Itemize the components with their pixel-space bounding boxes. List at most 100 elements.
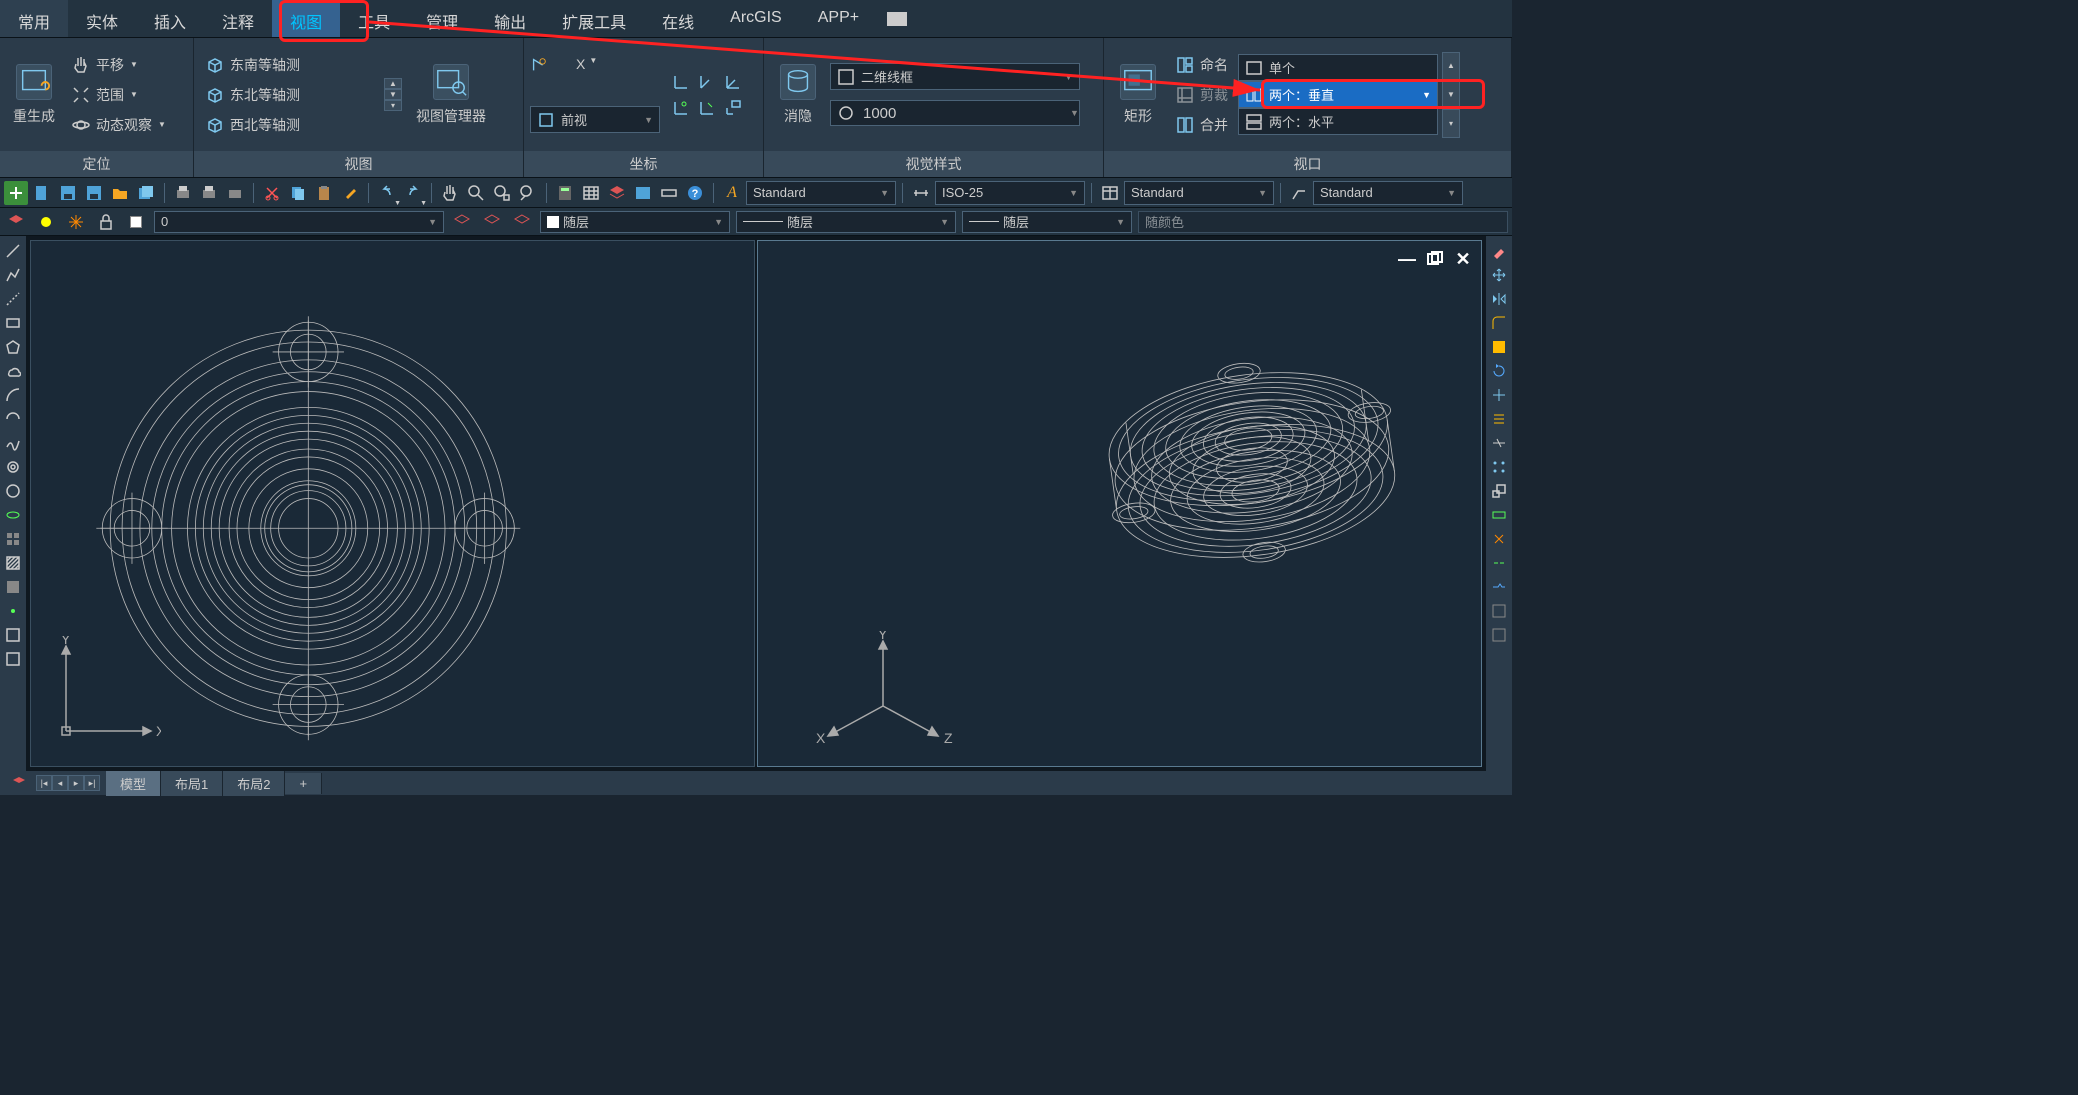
trim-tool[interactable] [1488,432,1510,454]
tab-layout-2[interactable]: 布局2 [223,771,285,796]
save-button[interactable] [56,181,80,205]
edit1-tool[interactable] [1488,600,1510,622]
menu-app-plus[interactable]: APP+ [800,0,877,37]
table-style-dropdown[interactable]: Standard▼ [1124,181,1274,205]
menu-arcgis[interactable]: ArcGIS [712,0,800,37]
ucs-tool-4[interactable] [672,99,690,117]
view-direction-dropdown[interactable]: 前视 ▼ [530,106,660,133]
layers-button[interactable] [605,181,629,205]
layer-match-button[interactable] [510,210,534,234]
menu-annotate[interactable]: 注释 [204,0,272,37]
layer-freeze-button[interactable] [64,210,88,234]
lineweight-bylayer-dropdown[interactable]: 随层 ▼ [962,211,1132,233]
layer-lock-button[interactable] [94,210,118,234]
ucs-tool-6[interactable] [724,99,742,117]
arc2-tool[interactable] [2,408,24,430]
array-tool[interactable] [1488,456,1510,478]
undo-button[interactable]: ▼ [375,181,399,205]
scale-tool[interactable] [1488,480,1510,502]
visual-style-dropdown[interactable]: 二维线框 ▼ [830,63,1080,90]
join-tool[interactable] [1488,552,1510,574]
color-bylayer-dropdown[interactable]: 随层 ▼ [540,211,730,233]
linetype-bylayer-dropdown[interactable]: 随层 ▼ [736,211,956,233]
vp-scroll-more[interactable]: ▾ [1442,109,1460,138]
viewport-two-vertical[interactable]: 两个：垂直 ▼ [1238,81,1438,108]
move2-tool[interactable] [1488,384,1510,406]
match-prop-button[interactable] [338,181,362,205]
calc-button[interactable] [553,181,577,205]
mleader-style-dropdown[interactable]: Standard▼ [1313,181,1463,205]
maximize-icon[interactable] [1425,249,1445,269]
tab-layout-1[interactable]: 布局1 [161,771,223,796]
tab-nav-first[interactable]: |◂ [36,775,52,791]
extent-button[interactable]: 范围 ▼ [66,81,172,109]
iso-nw-button[interactable]: 西北等轴测 [200,111,380,139]
viewport-merge-button[interactable]: 合并 [1170,111,1234,139]
open-multi-button[interactable] [134,181,158,205]
viewport-rect-button[interactable]: 矩形 [1110,45,1166,145]
ucs-tool-1[interactable] [672,73,690,91]
vp-scroll-down[interactable]: ▼ [1442,80,1460,109]
ellipse-arc-tool[interactable] [2,504,24,526]
iso-se-button[interactable]: 东南等轴测 [200,51,380,79]
menu-common[interactable]: 常用 [0,0,68,37]
redo-button[interactable]: ▼ [401,181,425,205]
polyline-tool[interactable] [2,264,24,286]
close-icon[interactable]: ✕ [1453,249,1473,269]
save-as-button[interactable] [82,181,106,205]
block-tool[interactable] [1488,336,1510,358]
menu-output[interactable]: 输出 [476,0,544,37]
tab-add[interactable]: + [285,773,322,794]
viewport-clip-button[interactable]: 剪裁 [1170,81,1234,109]
edit2-tool[interactable] [1488,624,1510,646]
pattern-tool[interactable] [2,528,24,550]
menu-manage[interactable]: 管理 [408,0,476,37]
arc-tool[interactable] [2,384,24,406]
viewport-named-button[interactable]: 命名 [1170,51,1234,79]
minimize-icon[interactable]: — [1397,249,1417,269]
text-style-dropdown[interactable]: Standard▼ [746,181,896,205]
menu-insert[interactable]: 插入 [136,0,204,37]
viewport-two-horizontal[interactable]: 两个：水平 [1238,108,1438,135]
new-doc-button[interactable] [30,181,54,205]
dim-style-dropdown[interactable]: ISO-25▼ [935,181,1085,205]
orbit-button[interactable]: 动态观察 ▼ [66,111,172,139]
measure-button[interactable] [657,181,681,205]
paste-button[interactable] [312,181,336,205]
pan-tool-button[interactable] [438,181,462,205]
tab-layers-icon[interactable] [8,772,30,794]
mirror-tool[interactable] [1488,288,1510,310]
line-tool[interactable] [2,240,24,262]
viewport-single[interactable]: 单个 [1238,54,1438,81]
offset-tool[interactable] [1488,408,1510,430]
ucs-tool-5[interactable] [698,99,716,117]
explode-tool[interactable] [1488,528,1510,550]
layer-state-button[interactable] [34,210,58,234]
open-button[interactable] [108,181,132,205]
iso-scroll-more[interactable]: ▾ [384,100,402,111]
menu-online[interactable]: 在线 [644,0,712,37]
move-tool[interactable] [1488,264,1510,286]
tab-nav-next[interactable]: ▸ [68,775,84,791]
visual-value-field[interactable]: ▼ [830,100,1080,126]
ucs-icon[interactable] [530,56,548,74]
tab-nav-prev[interactable]: ◂ [52,775,68,791]
tab-nav-last[interactable]: ▸| [84,775,100,791]
layer-uniso-button[interactable] [480,210,504,234]
new-plus-button[interactable] [4,181,28,205]
copy-button[interactable] [286,181,310,205]
stretch-tool[interactable] [1488,504,1510,526]
menu-entity[interactable]: 实体 [68,0,136,37]
circle-tool[interactable] [2,480,24,502]
table-button[interactable] [579,181,603,205]
gradient-tool[interactable] [2,576,24,598]
spline-tool[interactable] [2,432,24,454]
help-button[interactable]: ? [683,181,707,205]
menu-ext-tools[interactable]: 扩展工具 [544,0,644,37]
cloud-tool[interactable] [2,360,24,382]
ucs-tool-3[interactable] [724,73,742,91]
plotstyle-dropdown[interactable]: 随颜色 [1138,211,1508,233]
menu-tools[interactable]: 工具 [340,0,408,37]
zoom-rect-tool-button[interactable] [490,181,514,205]
print-button[interactable] [171,181,195,205]
